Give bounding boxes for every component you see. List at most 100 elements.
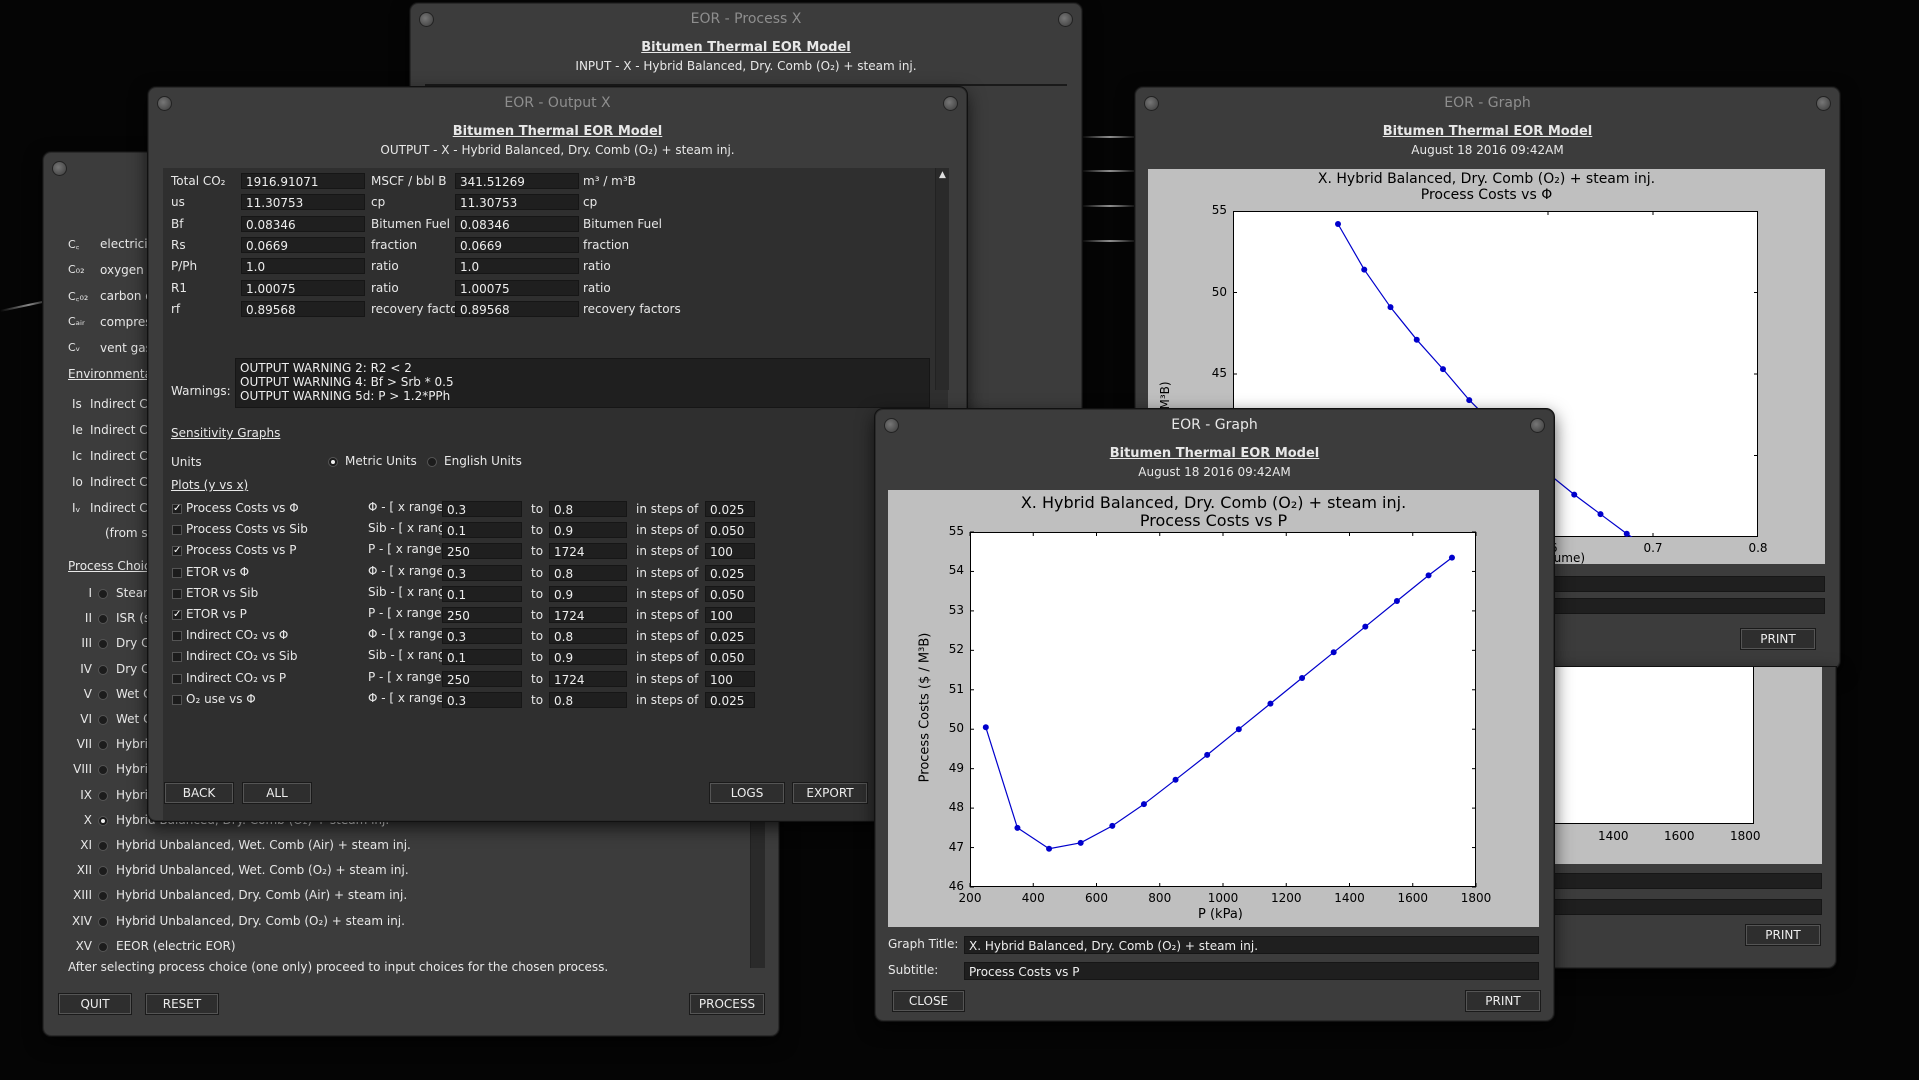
close-button[interactable]: CLOSE <box>892 990 965 1012</box>
output-value-field[interactable]: 1.00075 <box>241 279 365 296</box>
process-titlebar[interactable]: EOR - Process X <box>411 4 1081 34</box>
graph-titlebar[interactable]: EOR - Graph <box>876 410 1553 440</box>
process-choice-radio[interactable] <box>98 941 108 952</box>
plot-checkbox[interactable]: ✓ <box>172 504 182 514</box>
range-from-field[interactable]: 0.1 <box>442 522 522 539</box>
process-choice-radio[interactable] <box>98 765 108 776</box>
range-to-field[interactable]: 0.9 <box>549 585 627 602</box>
back-button[interactable]: BACK <box>164 782 234 804</box>
plot-checkbox[interactable]: ✓ <box>172 610 182 620</box>
range-to-field[interactable]: 0.8 <box>549 501 627 517</box>
output-value-field[interactable]: 1.00075 <box>455 279 579 296</box>
output-scrollbar[interactable]: ▲ <box>935 168 949 390</box>
export-button[interactable]: EXPORT <box>792 782 868 804</box>
output-value-field[interactable]: 0.08346 <box>241 215 365 232</box>
range-from-field[interactable]: 0.1 <box>442 585 522 602</box>
range-to-field[interactable]: 1724 <box>549 543 627 560</box>
maximize-icon[interactable] <box>1816 96 1831 111</box>
print-button[interactable]: PRINT <box>1745 924 1821 946</box>
plot-checkbox[interactable] <box>172 525 182 536</box>
print-button[interactable]: PRINT <box>1740 628 1816 650</box>
close-icon[interactable] <box>884 418 899 433</box>
output-value-field[interactable]: 0.0669 <box>241 236 365 253</box>
output-value-field[interactable]: 1916.91071 <box>241 173 365 189</box>
close-icon[interactable] <box>1144 96 1159 111</box>
metric-units-radio[interactable] <box>328 457 338 467</box>
range-step-field[interactable]: 100 <box>705 607 755 623</box>
close-icon[interactable] <box>52 161 67 176</box>
process-choice-radio[interactable] <box>98 841 108 851</box>
plot-checkbox[interactable] <box>172 567 182 578</box>
range-from-field[interactable]: 250 <box>442 607 522 623</box>
process-choice-radio[interactable] <box>98 715 108 725</box>
range-to-field[interactable]: 1724 <box>549 670 627 687</box>
maximize-icon[interactable] <box>1058 12 1073 27</box>
logs-button[interactable]: LOGS <box>709 782 785 804</box>
process-choice-radio[interactable] <box>98 589 108 599</box>
output-titlebar[interactable]: EOR - Output X <box>149 88 966 118</box>
process-choice-radio[interactable] <box>98 664 108 675</box>
output-value-field[interactable]: 11.30753 <box>241 194 365 211</box>
graph-titlebar[interactable]: EOR - Graph <box>1136 88 1839 118</box>
process-button[interactable]: PROCESS <box>689 993 765 1015</box>
range-to-field[interactable]: 0.8 <box>549 691 627 708</box>
process-choice-radio[interactable] <box>98 891 108 902</box>
range-step-field[interactable]: 0.050 <box>705 585 755 602</box>
maximize-icon[interactable] <box>1530 418 1545 433</box>
range-from-field[interactable]: 250 <box>442 543 522 560</box>
output-value-field[interactable]: 0.08346 <box>455 215 579 232</box>
range-from-field[interactable]: 0.1 <box>442 649 522 666</box>
plot-checkbox[interactable] <box>172 673 182 684</box>
range-from-field[interactable]: 0.3 <box>442 691 522 708</box>
output-value-field[interactable]: 1.0 <box>455 258 579 275</box>
process-choice-radio[interactable] <box>98 740 108 751</box>
range-step-field[interactable]: 0.050 <box>705 649 755 666</box>
range-to-field[interactable]: 1724 <box>549 607 627 623</box>
process-choice-radio[interactable] <box>98 639 108 650</box>
graph-title-field[interactable] <box>1542 873 1822 889</box>
plot-checkbox[interactable]: ✓ <box>172 546 182 557</box>
sensitivity-graphs-link[interactable]: Sensitivity Graphs <box>171 426 280 440</box>
reset-button[interactable]: RESET <box>145 993 219 1015</box>
range-from-field[interactable]: 0.3 <box>442 628 522 645</box>
range-step-field[interactable]: 0.025 <box>705 564 755 581</box>
close-icon[interactable] <box>157 96 172 111</box>
range-to-field[interactable]: 0.8 <box>549 628 627 645</box>
plot-checkbox[interactable] <box>172 588 182 599</box>
output-value-field[interactable]: 0.89568 <box>241 300 365 317</box>
range-step-field[interactable]: 0.025 <box>705 691 755 708</box>
process-choice-radio[interactable] <box>98 614 108 625</box>
all-button[interactable]: ALL <box>242 782 312 804</box>
range-to-field[interactable]: 0.9 <box>549 522 627 539</box>
range-from-field[interactable]: 0.3 <box>442 564 522 581</box>
process-choice-radio[interactable] <box>98 866 108 877</box>
range-from-field[interactable]: 0.3 <box>442 501 522 517</box>
range-step-field[interactable]: 0.050 <box>705 522 755 539</box>
output-value-field[interactable]: 11.30753 <box>455 194 579 211</box>
range-step-field[interactable]: 0.025 <box>705 628 755 645</box>
range-to-field[interactable]: 0.8 <box>549 564 627 581</box>
plot-checkbox[interactable] <box>172 631 182 642</box>
english-units-radio[interactable] <box>427 457 437 467</box>
subtitle-input[interactable]: Process Costs vs P <box>964 962 1539 980</box>
scroll-up-icon[interactable]: ▲ <box>938 170 947 180</box>
range-to-field[interactable]: 0.9 <box>549 649 627 666</box>
output-value-field[interactable]: 0.89568 <box>455 300 579 317</box>
print-button[interactable]: PRINT <box>1465 990 1541 1012</box>
output-value-field[interactable]: 341.51269 <box>455 173 579 189</box>
plot-checkbox[interactable] <box>172 652 182 663</box>
process-choice-radio[interactable] <box>98 916 108 927</box>
process-choice-radio[interactable] <box>98 790 108 801</box>
plot-checkbox[interactable] <box>172 694 182 705</box>
output-value-field[interactable]: 1.0 <box>241 258 365 275</box>
process-choice-radio[interactable] <box>98 815 108 826</box>
maximize-icon[interactable] <box>943 96 958 111</box>
close-icon[interactable] <box>419 12 434 27</box>
subtitle-field[interactable] <box>1542 899 1822 915</box>
process-choice-radio[interactable] <box>98 689 108 700</box>
quit-button[interactable]: QUIT <box>58 993 132 1015</box>
range-from-field[interactable]: 250 <box>442 670 522 687</box>
range-step-field[interactable]: 0.025 <box>705 501 755 517</box>
range-step-field[interactable]: 100 <box>705 543 755 560</box>
graph-title-input[interactable]: X. Hybrid Balanced, Dry. Comb (O₂) + ste… <box>964 936 1539 954</box>
